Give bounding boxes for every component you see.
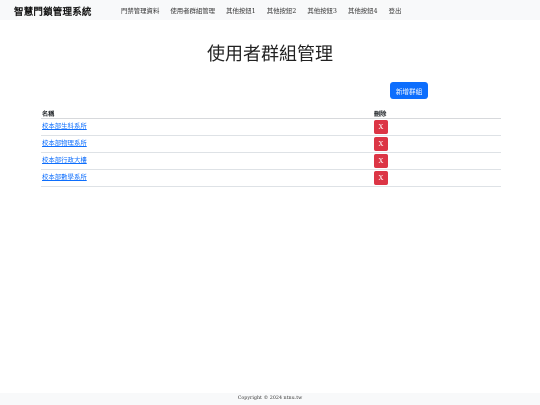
delete-group-button[interactable]: X [374,171,388,185]
column-header-delete: 刪除 [374,111,387,118]
column-header-name: 名稱 [42,111,55,118]
nav-item-user-groups[interactable]: 使用者群組管理 [170,6,215,15]
nav-item-other-1[interactable]: 其他按鈕1 [226,6,256,15]
group-name-link[interactable]: 校本部行政大樓 [42,155,87,164]
groups-table: 名稱 刪除 校本部生科系所 X 校本部物理系所 X 校本部行政大樓 X 校本部數… [41,109,501,187]
delete-group-button[interactable]: X [374,120,388,134]
group-name-link[interactable]: 校本部生科系所 [42,121,87,130]
nav-item-access-control[interactable]: 門禁管理資料 [121,6,159,15]
app-brand[interactable]: 智慧門鎖管理系統 [14,4,92,18]
top-navbar: 智慧門鎖管理系統 門禁管理資料 使用者群組管理 其他按鈕1 其他按鈕2 其他按鈕… [0,0,540,20]
add-group-button[interactable]: 新增群組 [390,82,428,99]
delete-group-button[interactable]: X [374,137,388,151]
nav-item-other-4[interactable]: 其他按鈕4 [348,6,378,15]
table-row: 校本部行政大樓 X [41,153,501,170]
table-row: 校本部生科系所 X [41,119,501,136]
nav-item-logout[interactable]: 登出 [389,6,402,15]
group-name-link[interactable]: 校本部數學系所 [42,172,87,181]
footer: Copyright © 2024 ntnu.tw [0,393,540,405]
nav-links: 門禁管理資料 使用者群組管理 其他按鈕1 其他按鈕2 其他按鈕3 其他按鈕4 登… [121,6,412,15]
nav-item-other-2[interactable]: 其他按鈕2 [267,6,297,15]
table-header: 名稱 刪除 [41,109,501,119]
delete-group-button[interactable]: X [374,154,388,168]
group-name-link[interactable]: 校本部物理系所 [42,138,87,147]
copyright-text: Copyright © 2024 ntnu.tw [237,396,303,401]
page-title: 使用者群組管理 [207,44,333,65]
table-row: 校本部數學系所 X [41,170,501,187]
table-row: 校本部物理系所 X [41,136,501,153]
nav-item-other-3[interactable]: 其他按鈕3 [307,6,337,15]
